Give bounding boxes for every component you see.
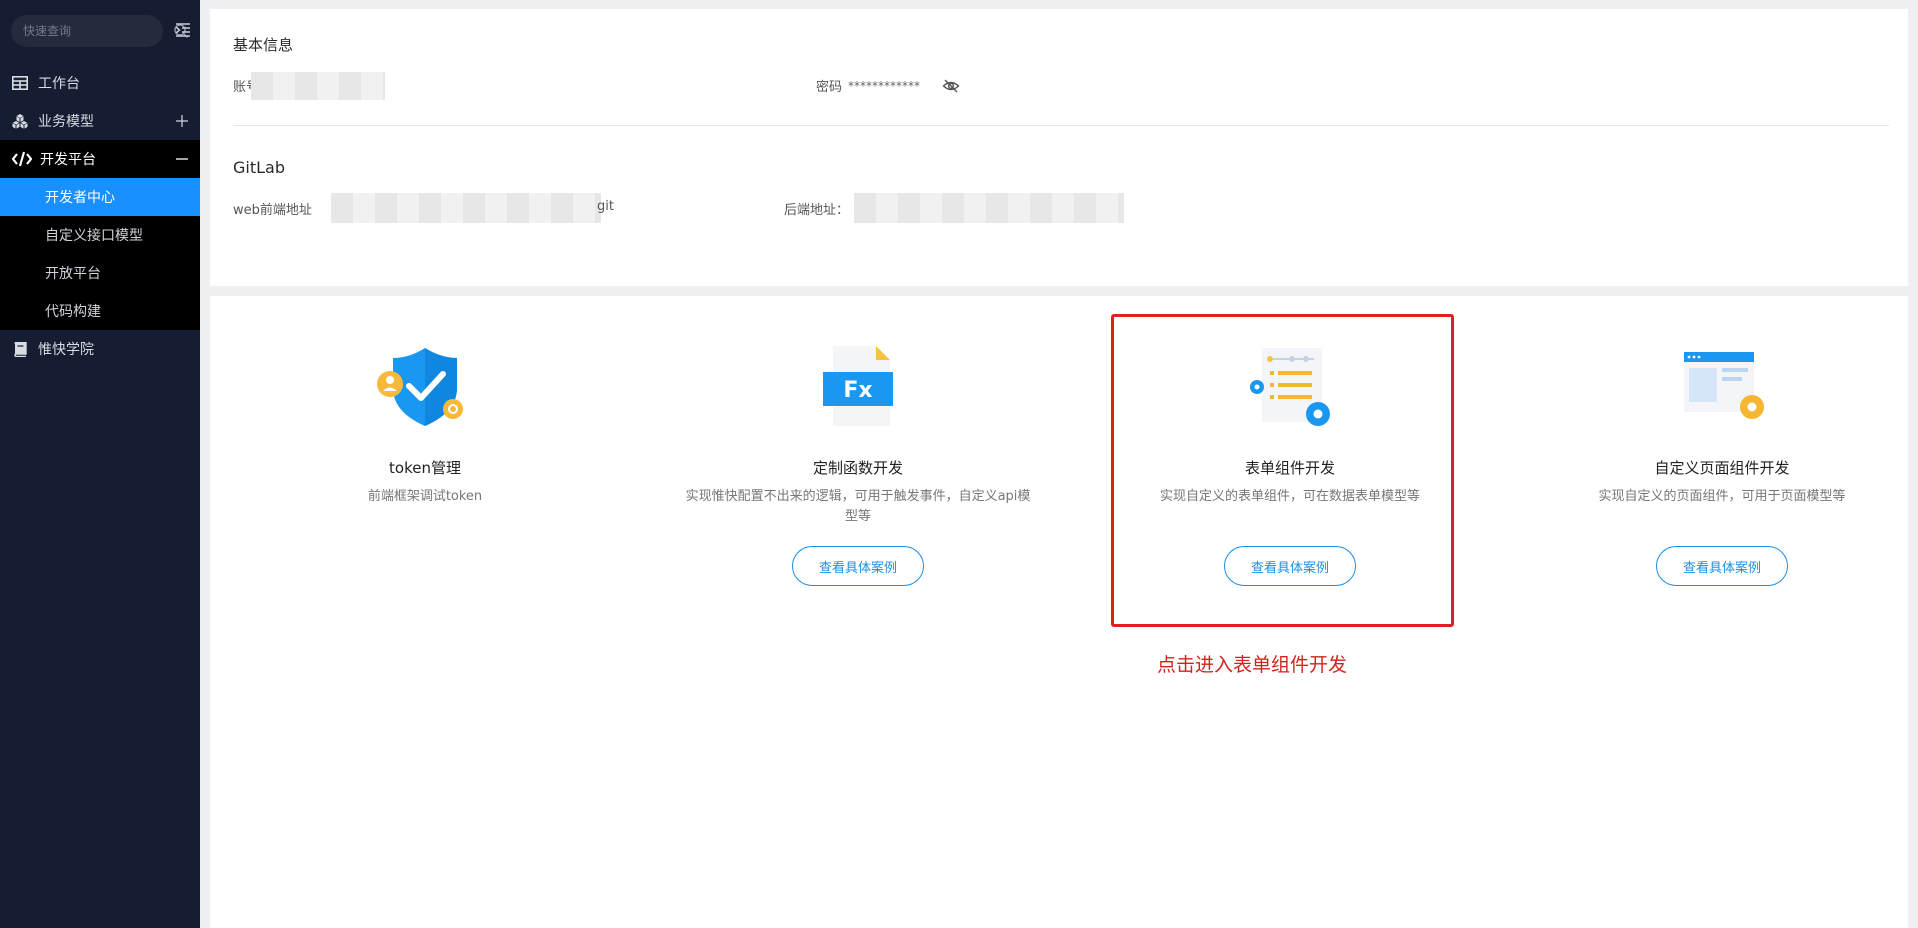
password-value: ************ xyxy=(848,78,921,93)
quick-search[interactable] xyxy=(11,15,189,47)
eye-off-icon[interactable] xyxy=(942,77,960,95)
info-panel: 基本信息 账号 密码 ************ GitLab web前端地址 g… xyxy=(210,9,1908,286)
sidebar-menu: 工作台 业务模型 开发平台 开发者中心 自定义接口模型 开放平台 代码构建 惟快… xyxy=(0,64,200,368)
form-settings-icon xyxy=(1240,344,1340,432)
sidebar-item-academy[interactable]: 惟快学院 xyxy=(0,330,200,368)
view-example-button[interactable]: 查看具体案例 xyxy=(1656,546,1788,586)
card-title: 定制函数开发 xyxy=(812,459,903,477)
card-page-component[interactable]: 自定义页面组件开发 实现自定义的页面组件，可用于页面模型等 查看具体案例 xyxy=(1507,296,1918,596)
divider xyxy=(233,125,1889,126)
password-label: 密码 xyxy=(816,80,843,95)
search-input[interactable] xyxy=(23,24,173,38)
basic-info-title: 基本信息 xyxy=(233,36,294,54)
sidebar-item-dev-platform[interactable]: 开发平台 xyxy=(0,140,200,178)
account-value-redacted xyxy=(251,72,385,100)
card-title: 自定义页面组件开发 xyxy=(1654,459,1790,477)
card-custom-function[interactable]: Fx 定制函数开发 实现惟快配置不出来的逻辑，可用于触发事件，自定义api模型等… xyxy=(643,296,1073,596)
shield-check-icon xyxy=(375,344,475,432)
web-frontend-url-redacted xyxy=(331,193,601,223)
card-description: 实现自定义的表单组件，可在数据表单模型等 xyxy=(1159,489,1420,504)
sidebar-item-label: 工作台 xyxy=(38,76,80,92)
cubes-icon xyxy=(12,113,28,129)
menu-collapse-icon[interactable] xyxy=(174,21,192,39)
submenu-item-code-build[interactable]: 代码构建 xyxy=(0,292,200,330)
minus-icon[interactable] xyxy=(174,151,190,167)
sidebar-item-label: 惟快学院 xyxy=(38,342,94,358)
card-token-management[interactable]: token管理 前端框架调试token xyxy=(210,296,640,596)
card-description: 实现自定义的页面组件，可用于页面模型等 xyxy=(1598,489,1846,504)
page-settings-icon xyxy=(1672,344,1772,432)
plus-icon[interactable] xyxy=(174,113,190,129)
function-file-icon: Fx xyxy=(808,344,908,432)
fx-glyph: Fx xyxy=(843,378,872,403)
card-title: token管理 xyxy=(389,459,461,477)
submenu-item-custom-api-model[interactable]: 自定义接口模型 xyxy=(0,216,200,254)
card-title: 表单组件开发 xyxy=(1244,459,1335,477)
dev-platform-submenu: 开发者中心 自定义接口模型 开放平台 代码构建 xyxy=(0,178,200,330)
table-icon xyxy=(12,75,28,91)
submenu-item-developer-center[interactable]: 开发者中心 xyxy=(0,178,200,216)
card-form-component[interactable]: 表单组件开发 实现自定义的表单组件，可在数据表单模型等 查看具体案例 xyxy=(1075,296,1505,596)
backend-url-redacted xyxy=(854,193,1124,223)
backend-label: 后端地址： xyxy=(784,203,850,218)
view-example-button[interactable]: 查看具体案例 xyxy=(1224,546,1356,586)
code-icon xyxy=(12,151,32,167)
sidebar: 工作台 业务模型 开发平台 开发者中心 自定义接口模型 开放平台 代码构建 xyxy=(0,0,200,928)
annotation-text: 点击进入表单组件开发 xyxy=(1157,654,1348,676)
card-description: 实现惟快配置不出来的逻辑，可用于触发事件，自定义api模型等 xyxy=(685,489,1031,524)
book-icon xyxy=(12,341,28,357)
sidebar-item-workbench[interactable]: 工作台 xyxy=(0,64,200,102)
web-frontend-label: web前端地址 xyxy=(233,203,312,218)
sidebar-item-label: 开发平台 xyxy=(40,152,96,168)
submenu-item-open-platform[interactable]: 开放平台 xyxy=(0,254,200,292)
card-description: 前端框架调试token xyxy=(367,489,483,504)
main-content: 基本信息 账号 密码 ************ GitLab web前端地址 g… xyxy=(200,0,1918,928)
view-example-button[interactable]: 查看具体案例 xyxy=(792,546,924,586)
dev-tools-panel: token管理 前端框架调试token Fx 定制函数开发 实现惟快配置不出来的… xyxy=(210,296,1908,928)
sidebar-item-label: 业务模型 xyxy=(38,114,94,130)
sidebar-item-business-model[interactable]: 业务模型 xyxy=(0,102,200,140)
web-frontend-suffix: git xyxy=(597,199,614,214)
password-row: 密码 ************ xyxy=(816,76,960,95)
gitlab-title: GitLab xyxy=(233,158,285,177)
